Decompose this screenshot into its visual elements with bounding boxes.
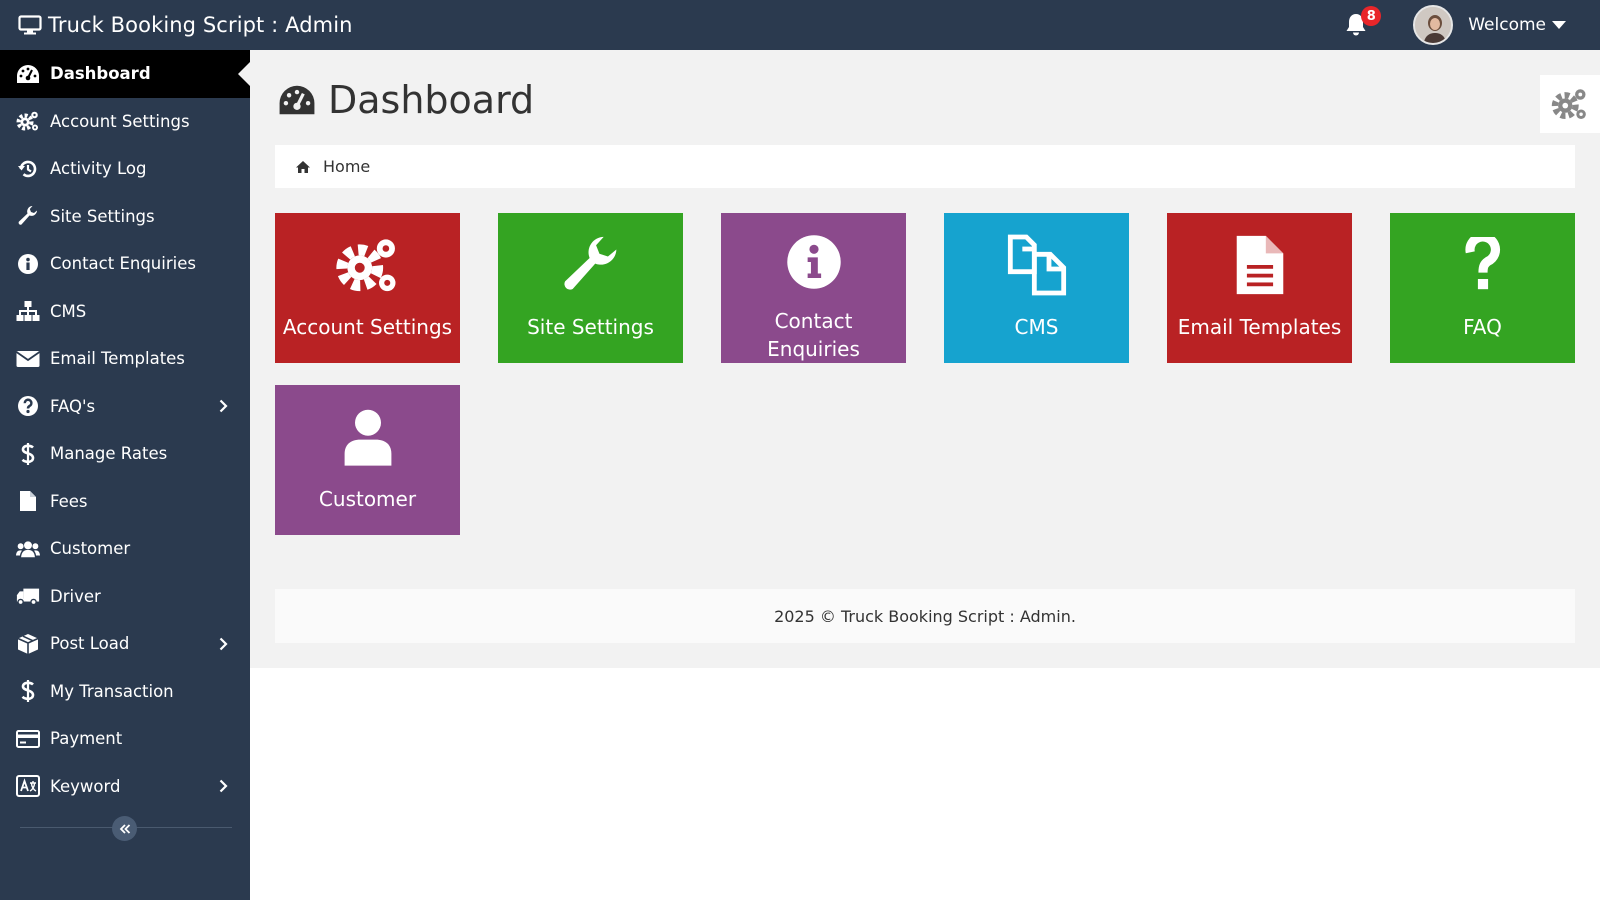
tile-cms[interactable]: CMS: [944, 213, 1129, 363]
sidebar-item-label: Email Templates: [50, 349, 185, 369]
top-right-controls: 8 Welcome: [1341, 0, 1600, 50]
collapse-sidebar-button[interactable]: [112, 816, 137, 841]
sidebar-item-site-settings[interactable]: Site Settings: [0, 193, 250, 241]
gears-icon: [16, 109, 40, 133]
sidebar-item-post-load[interactable]: Post Load: [0, 620, 250, 668]
sidebar-item-label: Post Load: [50, 634, 130, 654]
sidebar-item-keyword[interactable]: Keyword: [0, 763, 250, 811]
monitor-icon: [18, 15, 42, 35]
avatar[interactable]: [1413, 5, 1454, 45]
info-icon: [786, 229, 842, 295]
file-text-icon: [1232, 229, 1288, 301]
notification-badge: 8: [1361, 6, 1382, 26]
tile-account-settings[interactable]: Account Settings: [275, 213, 460, 363]
question-icon: [1463, 229, 1503, 301]
history-icon: [16, 157, 40, 181]
tile-label: Email Templates: [1177, 315, 1342, 339]
chevron-right-icon: [219, 779, 228, 793]
sidebar-item-customer[interactable]: Customer: [0, 525, 250, 573]
caret-down-icon[interactable]: [1552, 20, 1566, 30]
double-chevron-left-icon: [119, 823, 130, 834]
main-content: Dashboard Home Account Settings Site Set…: [250, 50, 1600, 668]
sidebar-item-my-transaction[interactable]: My Transaction: [0, 668, 250, 716]
sidebar-item-activity-log[interactable]: Activity Log: [0, 145, 250, 193]
gears-icon: [1551, 89, 1586, 120]
sidebar-item-contact-enquiries[interactable]: Contact Enquiries: [0, 240, 250, 288]
dollar-icon: [16, 679, 40, 703]
tile-label: Customer: [318, 487, 417, 511]
user-photo-icon: [1415, 7, 1452, 43]
language-icon: [16, 774, 40, 798]
envelope-icon: [16, 347, 40, 371]
tile-site-settings[interactable]: Site Settings: [498, 213, 683, 363]
sidebar-item-label: Account Settings: [50, 111, 190, 131]
cube-icon: [16, 632, 40, 656]
tile-label: CMS: [1014, 315, 1059, 339]
sidebar-item-label: Manage Rates: [50, 444, 168, 464]
sidebar-item-label: Contact Enquiries: [50, 254, 196, 274]
sidebar-item-label: CMS: [50, 301, 87, 321]
sidebar-item-label: FAQ's: [50, 396, 96, 416]
tile-label: Site Settings: [527, 315, 654, 339]
tile-contact-enquiries[interactable]: Contact Enquiries: [721, 213, 906, 363]
page-title: Dashboard: [278, 78, 534, 122]
wrench-icon: [560, 229, 622, 301]
user-icon: [342, 401, 394, 473]
breadcrumb: Home: [275, 145, 1575, 188]
tile-faq[interactable]: FAQ: [1390, 213, 1575, 363]
sidebar-item-faqs[interactable]: FAQ's: [0, 383, 250, 431]
sidebar-item-label: Dashboard: [50, 64, 151, 84]
sidebar-item-label: Fees: [50, 491, 88, 511]
wrench-icon: [16, 204, 40, 228]
tile-label: FAQ: [1463, 315, 1502, 339]
file-icon: [16, 489, 40, 513]
page-title-text: Dashboard: [328, 78, 535, 122]
footer: 2025 © Truck Booking Script : Admin.: [275, 589, 1575, 643]
dashboard-icon: [279, 85, 315, 115]
welcome-menu[interactable]: Welcome: [1468, 15, 1546, 35]
sidebar-item-label: Keyword: [50, 776, 121, 796]
sidebar-item-driver[interactable]: Driver: [0, 573, 250, 621]
sidebar-item-label: Site Settings: [50, 206, 155, 226]
dollar-icon: [16, 442, 40, 466]
app-title: Truck Booking Script : Admin: [48, 13, 353, 37]
notifications-button[interactable]: 8: [1341, 6, 1382, 40]
sidebar-item-manage-rates[interactable]: Manage Rates: [0, 430, 250, 478]
sidebar-item-payment[interactable]: Payment: [0, 715, 250, 763]
credit-card-icon: [16, 727, 40, 751]
sidebar-item-label: Customer: [50, 539, 131, 559]
top-bar: Truck Booking Script : Admin 8 Welcome: [0, 0, 1600, 50]
theme-settings-button[interactable]: [1540, 75, 1600, 133]
sidebar-item-label: Activity Log: [50, 159, 147, 179]
home-icon: [296, 160, 310, 173]
gears-icon: [333, 229, 403, 301]
breadcrumb-home-link[interactable]: Home: [323, 157, 370, 176]
chevron-right-icon: [219, 637, 228, 651]
sidebar: Dashboard Account Settings Activity Log …: [0, 50, 250, 900]
dashboard-icon: [16, 62, 40, 86]
info-icon: [16, 252, 40, 276]
sitemap-icon: [16, 299, 40, 323]
tile-label: Contact Enquiries: [767, 309, 860, 361]
tile-email-templates[interactable]: Email Templates: [1167, 213, 1352, 363]
sidebar-item-fees[interactable]: Fees: [0, 478, 250, 526]
truck-icon: [16, 584, 40, 608]
sidebar-item-label: Driver: [50, 586, 101, 606]
tile-customer[interactable]: Customer: [275, 385, 460, 535]
sidebar-item-label: My Transaction: [50, 681, 174, 701]
tile-label: Account Settings: [282, 315, 453, 339]
sidebar-item-dashboard[interactable]: Dashboard: [0, 50, 250, 98]
question-circle-icon: [16, 394, 40, 418]
app-brand[interactable]: Truck Booking Script : Admin: [18, 13, 353, 37]
sidebar-item-label: Payment: [50, 729, 123, 749]
users-icon: [16, 537, 40, 561]
chevron-right-icon: [219, 399, 228, 413]
copy-icon: [1005, 229, 1069, 301]
sidebar-item-account-settings[interactable]: Account Settings: [0, 98, 250, 146]
footer-text: 2025 © Truck Booking Script : Admin.: [774, 606, 1076, 626]
sidebar-item-cms[interactable]: CMS: [0, 288, 250, 336]
sidebar-item-email-templates[interactable]: Email Templates: [0, 335, 250, 383]
